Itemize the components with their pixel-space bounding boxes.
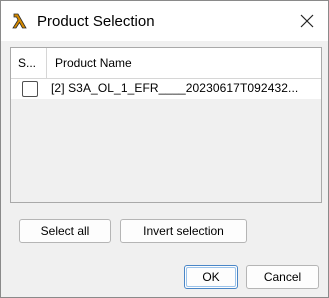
column-header-select[interactable]: S...: [11, 48, 47, 78]
table-header: S... Product Name: [11, 48, 321, 79]
product-name-cell: [2] S3A_OL_1_EFR____20230617T092432...: [51, 81, 299, 95]
invert-selection-label: Invert selection: [143, 224, 224, 238]
cancel-button[interactable]: Cancel: [246, 265, 319, 289]
select-all-label: Select all: [40, 224, 90, 238]
product-table: S... Product Name [2] S3A_OL_1_EFR____20…: [10, 47, 322, 203]
ok-button[interactable]: OK: [184, 265, 238, 289]
close-icon: [300, 14, 314, 28]
product-selection-dialog: Product Selection S... Product Name [2] …: [0, 0, 329, 298]
row-select-checkbox[interactable]: [22, 81, 38, 97]
column-header-product-name[interactable]: Product Name: [48, 48, 318, 78]
invert-selection-button[interactable]: Invert selection: [120, 219, 247, 243]
title-bar: Product Selection: [1, 1, 328, 41]
lambda-icon: [12, 12, 28, 30]
cancel-label: Cancel: [263, 270, 302, 284]
window-title: Product Selection: [37, 13, 155, 30]
select-all-button[interactable]: Select all: [19, 219, 111, 243]
ok-label: OK: [202, 270, 220, 284]
table-row[interactable]: [2] S3A_OL_1_EFR____20230617T092432...: [11, 79, 321, 99]
close-button[interactable]: [291, 7, 323, 35]
